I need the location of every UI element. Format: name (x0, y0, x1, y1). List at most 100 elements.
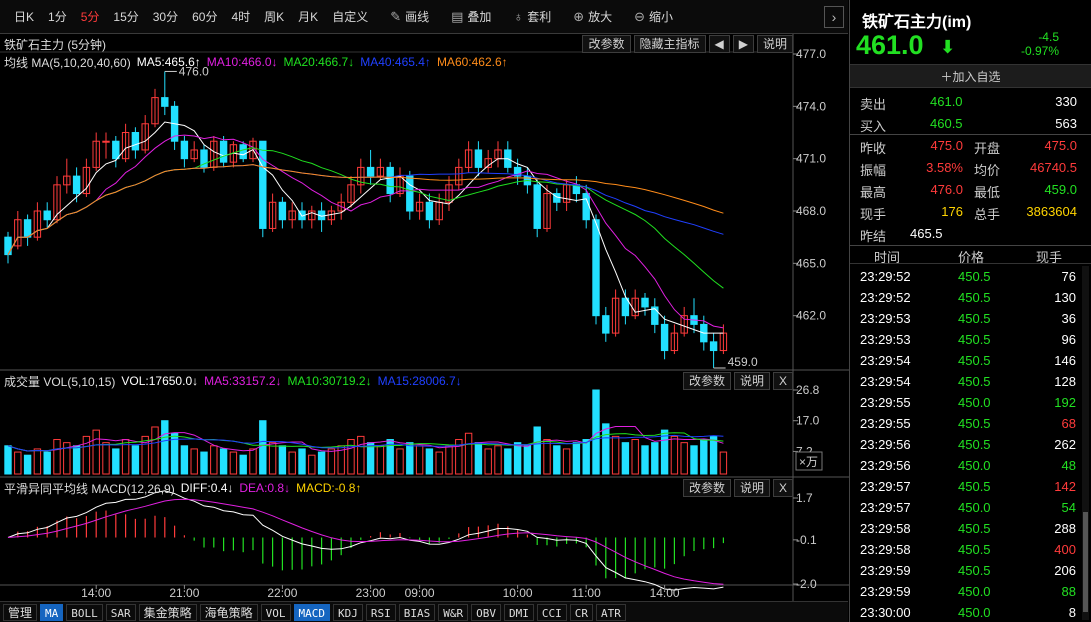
volume-bar (523, 445, 532, 475)
volume_panel-values-2: MA10:30719.2↓ (287, 374, 372, 388)
kline-chart[interactable]: 477.0474.0471.0468.0465.0462.0476.0459.0… (0, 34, 850, 601)
tick-price: 450.0 (958, 584, 991, 599)
volume-panel-buttons: 改参数 说明 X (680, 372, 793, 390)
period-0[interactable]: 日K (14, 8, 34, 25)
current-volume-label: 现手 (860, 207, 887, 222)
scrollbar-thumb[interactable] (1083, 512, 1088, 612)
ticks-scrollbar[interactable] (1082, 266, 1089, 620)
macd-title: 平滑异同平均线 MACD(12,26,9) (4, 481, 175, 496)
zoom-in-button[interactable]: ⊕ 放大 (573, 8, 612, 25)
tick-volume: 76 (1061, 269, 1076, 284)
volume-bar (298, 448, 306, 475)
tick-row: 23:30:00 450.0 8 (850, 602, 1082, 622)
tab-0[interactable]: 管理 (3, 603, 38, 621)
volume-bar (259, 420, 267, 475)
period-5[interactable]: 60分 (192, 8, 217, 25)
volume-panel-header: 成交量 VOL(5,10,15) VOL:17650.0↓ MA5:33157.2… (0, 372, 793, 390)
volume-bar (396, 448, 404, 475)
zoom-out-icon: ⊖ (634, 8, 646, 24)
tab-wr[interactable]: W&R (438, 603, 469, 621)
tab-dmi[interactable]: DMI (504, 603, 534, 621)
volume-bar (219, 448, 228, 475)
tab-bias[interactable]: BIAS (398, 603, 436, 621)
tick-price: 450.0 (958, 605, 991, 620)
volume-bar (131, 445, 140, 475)
volume-bar (700, 439, 708, 475)
volume-bar (494, 445, 502, 475)
period-4[interactable]: 30分 (153, 8, 178, 25)
tick-price: 450.5 (958, 290, 991, 305)
volume-bar (102, 442, 110, 475)
amplitude-value: 3.58% (926, 160, 963, 175)
volume-bar (53, 439, 61, 475)
tick-time: 23:29:58 (860, 521, 911, 536)
period-6[interactable]: 4时 (231, 8, 250, 25)
macd-y-tick-label: -2.0 (796, 577, 817, 591)
candle-body (709, 341, 718, 352)
volume-bar (709, 435, 718, 475)
arbitrage-button[interactable]: ♁ 套利 (513, 8, 551, 25)
tab-4[interactable]: 集金策略 (138, 603, 197, 621)
tab-cci[interactable]: CCI (536, 603, 567, 621)
volume-bar (190, 448, 198, 475)
period-8[interactable]: 月K (298, 8, 318, 25)
stats-row-4: 现手 176 总手 3863604 (850, 201, 1091, 223)
tab-kdj[interactable]: KDJ (333, 603, 363, 621)
draw-button[interactable]: ✎ 画线 (390, 8, 429, 25)
main-btns-4[interactable]: 说明 (756, 35, 793, 53)
tab-sar[interactable]: SAR (105, 603, 136, 621)
last-price: 461.0 (856, 30, 924, 60)
main-btns-2[interactable]: ◀ (708, 35, 730, 53)
candle-body (406, 175, 414, 212)
period-3[interactable]: 15分 (113, 8, 138, 25)
total-volume-value: 3863604 (1026, 204, 1077, 219)
tab-obv[interactable]: OBV (471, 603, 502, 621)
tab-cr[interactable]: CR (569, 603, 594, 621)
macd-panel-header: 平滑异同平均线 MACD(12,26,9) DIFF:0.4↓ DEA:0.8↓ M… (0, 479, 793, 497)
period-2[interactable]: 5分 (81, 8, 100, 25)
tick-time: 23:29:53 (860, 332, 911, 347)
main-btns-1[interactable]: 隐藏主指标 (633, 35, 706, 53)
period-9[interactable]: 自定义 (332, 8, 368, 25)
tick-price: 450.5 (958, 353, 991, 368)
candle-body (278, 201, 287, 221)
tab-rsi[interactable]: RSI (365, 603, 396, 621)
add-watchlist-button[interactable]: ＋加入自选 (850, 64, 1091, 88)
tab-ma[interactable]: MA (40, 603, 64, 621)
vol-btns-2[interactable]: X (772, 372, 793, 390)
tab-atr[interactable]: ATR (596, 603, 626, 621)
draw-label: 画线 (405, 10, 430, 24)
period-1[interactable]: 1分 (48, 8, 67, 25)
tick-time: 23:29:52 (860, 269, 911, 284)
vol-btns-0[interactable]: 改参数 (682, 372, 731, 390)
main_panel-ma_values-2: MA20:466.7↓ (283, 55, 355, 69)
tab-macd[interactable]: MACD (293, 603, 331, 621)
tick-time: 23:29:57 (860, 500, 911, 515)
macd-btns-1[interactable]: 说明 (733, 479, 770, 497)
chevron-right-icon[interactable]: › (824, 6, 844, 28)
candle-body (474, 149, 483, 168)
macd-btns-2[interactable]: X (772, 479, 793, 497)
change-value: -4.5 (1038, 30, 1059, 44)
vol-btns-1[interactable]: 说明 (733, 372, 770, 390)
open-value: 475.0 (1044, 138, 1077, 153)
main-btns-0[interactable]: 改参数 (582, 35, 631, 53)
sell-label: 卖出 (860, 97, 887, 112)
volume-bar (690, 445, 698, 475)
sell-volume: 330 (1055, 94, 1077, 109)
volume-unit-label: ×万 (799, 455, 818, 469)
main-btns-3[interactable]: ▶ (732, 35, 754, 53)
tick-price: 450.5 (958, 332, 991, 347)
volume-bar (249, 448, 257, 475)
tab-5[interactable]: 海龟策略 (199, 603, 258, 621)
tick-volume: 142 (1054, 479, 1076, 494)
volume-bar (631, 439, 639, 475)
period-7[interactable]: 周K (264, 8, 284, 25)
y-tick-label: 462.0 (796, 309, 826, 323)
macd-btns-0[interactable]: 改参数 (682, 479, 731, 497)
macd-y-tick-label: -0.1 (796, 533, 817, 547)
zoom-out-button[interactable]: ⊖ 缩小 (634, 8, 673, 25)
tab-vol[interactable]: VOL (260, 603, 291, 621)
tab-boll[interactable]: BOLL (66, 603, 103, 621)
overlay-button[interactable]: ▤ 叠加 (451, 8, 491, 25)
